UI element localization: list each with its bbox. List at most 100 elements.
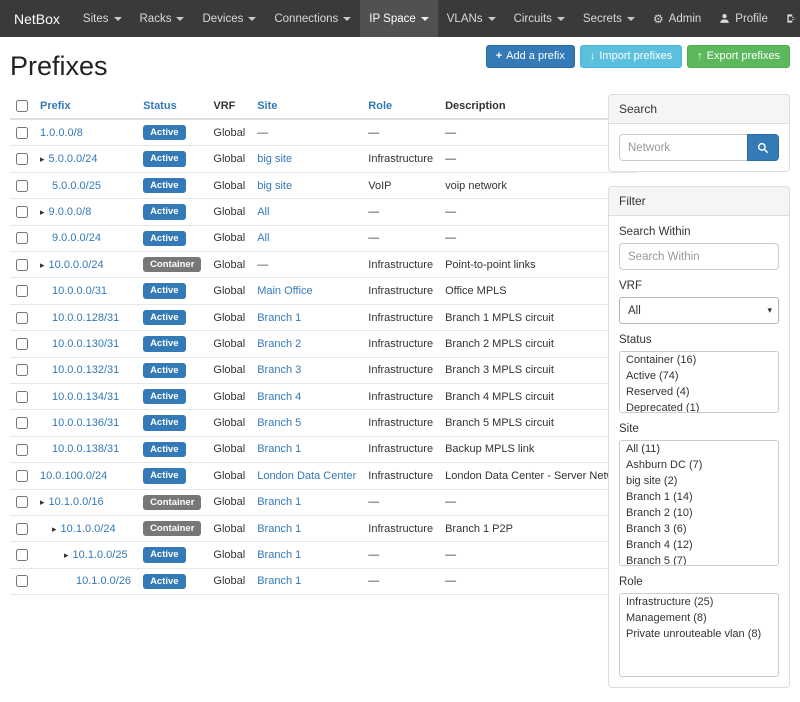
row-checkbox[interactable] — [16, 391, 28, 403]
row-checkbox[interactable] — [16, 180, 28, 192]
nav-profile[interactable]: Profile — [710, 0, 777, 37]
prefix-link[interactable]: 10.0.0.134/31 — [52, 391, 119, 403]
site-link[interactable]: Branch 1 — [257, 549, 301, 561]
site-listbox[interactable]: All (11)Ashburn DC (7)big site (2)Branch… — [619, 440, 779, 566]
listbox-option[interactable]: Container (16) — [620, 352, 778, 368]
nav-logout[interactable]: Log out — [777, 0, 800, 37]
site-link[interactable]: Main Office — [257, 285, 312, 297]
role-cell: — — [362, 542, 439, 568]
listbox-option[interactable]: Active (74) — [620, 368, 778, 384]
search-input[interactable] — [619, 134, 747, 161]
row-checkbox[interactable] — [16, 338, 28, 350]
column-header-site[interactable]: Site — [251, 94, 362, 119]
status-cell: Active — [137, 463, 207, 489]
site-link[interactable]: All — [257, 206, 269, 218]
select-all-checkbox[interactable] — [16, 100, 28, 112]
row-checkbox[interactable] — [16, 575, 28, 587]
import-prefixes-button[interactable]: ↓ Import prefixes — [580, 45, 682, 68]
row-checkbox[interactable] — [16, 417, 28, 429]
search-button[interactable] — [747, 134, 779, 161]
listbox-option[interactable]: big site (2) — [620, 473, 778, 489]
site-link[interactable]: Branch 2 — [257, 338, 301, 350]
search-within-input[interactable] — [619, 243, 779, 270]
row-checkbox[interactable] — [16, 232, 28, 244]
add-prefix-button[interactable]: + Add a prefix — [486, 45, 575, 68]
site-cell: All — [251, 199, 362, 225]
site-link[interactable]: Branch 4 — [257, 391, 301, 403]
row-checkbox[interactable] — [16, 470, 28, 482]
prefix-link[interactable]: 10.0.0.128/31 — [52, 312, 119, 324]
site-link[interactable]: big site — [257, 153, 292, 165]
listbox-option[interactable]: Branch 4 (12) — [620, 537, 778, 553]
site-link[interactable]: Branch 1 — [257, 443, 301, 455]
row-checkbox[interactable] — [16, 496, 28, 508]
row-checkbox[interactable] — [16, 127, 28, 139]
row-checkbox[interactable] — [16, 549, 28, 561]
nav-item-circuits[interactable]: Circuits — [505, 0, 574, 37]
prefix-link[interactable]: 10.0.0.130/31 — [52, 338, 119, 350]
prefix-link[interactable]: 10.0.100.0/24 — [40, 470, 107, 482]
export-prefixes-button[interactable]: ↑ Export prefixes — [687, 45, 790, 68]
nav-admin[interactable]: ⚙ Admin — [644, 0, 710, 37]
nav-item-secrets[interactable]: Secrets — [574, 0, 644, 37]
prefix-link[interactable]: 10.0.0.136/31 — [52, 417, 119, 429]
vrf-select[interactable]: All ▾ — [619, 297, 779, 324]
prefix-link[interactable]: 10.1.0.0/25 — [73, 549, 128, 561]
listbox-option[interactable]: Infrastructure (25) — [620, 594, 778, 610]
prefix-link[interactable]: 10.0.0.0/24 — [49, 259, 104, 271]
app-brand[interactable]: NetBox — [0, 0, 74, 37]
nav-item-sites[interactable]: Sites — [74, 0, 131, 37]
status-listbox[interactable]: Container (16)Active (74)Reserved (4)Dep… — [619, 351, 779, 413]
prefix-link[interactable]: 10.0.0.138/31 — [52, 443, 119, 455]
row-checkbox[interactable] — [16, 364, 28, 376]
chevron-down-icon: ▾ — [767, 305, 772, 316]
nav-item-racks[interactable]: Racks — [131, 0, 194, 37]
listbox-option[interactable]: Reserved (4) — [620, 384, 778, 400]
listbox-option[interactable]: Branch 2 (10) — [620, 505, 778, 521]
prefix-link[interactable]: 9.0.0.0/8 — [49, 206, 92, 218]
site-link[interactable]: Branch 1 — [257, 575, 301, 587]
prefix-link[interactable]: 10.0.0.132/31 — [52, 364, 119, 376]
prefix-link[interactable]: 10.1.0.0/26 — [76, 575, 131, 587]
row-checkbox[interactable] — [16, 153, 28, 165]
row-checkbox[interactable] — [16, 285, 28, 297]
row-checkbox[interactable] — [16, 259, 28, 271]
row-checkbox[interactable] — [16, 444, 28, 456]
prefix-link[interactable]: 5.0.0.0/24 — [49, 153, 98, 165]
listbox-option[interactable]: Ashburn DC (7) — [620, 457, 778, 473]
prefix-link[interactable]: 1.0.0.0/8 — [40, 127, 83, 139]
row-checkbox[interactable] — [16, 206, 28, 218]
listbox-option[interactable]: Branch 5 (7) — [620, 553, 778, 566]
description-cell: — — [439, 542, 636, 568]
listbox-option[interactable]: Deprecated (1) — [620, 400, 778, 413]
prefix-link[interactable]: 10.1.0.0/16 — [49, 496, 104, 508]
nav-item-ip-space[interactable]: IP Space — [360, 0, 437, 37]
column-header-role[interactable]: Role — [362, 94, 439, 119]
site-link[interactable]: Branch 3 — [257, 364, 301, 376]
column-header-prefix[interactable]: Prefix — [34, 94, 137, 119]
site-link[interactable]: Branch 5 — [257, 417, 301, 429]
site-link[interactable]: All — [257, 232, 269, 244]
row-checkbox[interactable] — [16, 312, 28, 324]
site-link[interactable]: Branch 1 — [257, 312, 301, 324]
listbox-option[interactable]: Management (8) — [620, 610, 778, 626]
prefix-link[interactable]: 10.0.0.0/31 — [52, 285, 107, 297]
nav-item-vlans[interactable]: VLANs — [438, 0, 505, 37]
row-checkbox[interactable] — [16, 523, 28, 535]
prefix-link[interactable]: 9.0.0.0/24 — [52, 232, 101, 244]
prefix-link[interactable]: 5.0.0.0/25 — [52, 180, 101, 192]
listbox-option[interactable]: Branch 3 (6) — [620, 521, 778, 537]
nav-item-devices[interactable]: Devices — [193, 0, 265, 37]
site-link[interactable]: Branch 1 — [257, 523, 301, 535]
listbox-option[interactable]: Private unrouteable vlan (8) — [620, 626, 778, 642]
listbox-option[interactable]: Branch 1 (14) — [620, 489, 778, 505]
listbox-option[interactable]: All (11) — [620, 441, 778, 457]
prefix-cell: 10.0.100.0/24 — [34, 463, 137, 489]
prefix-link[interactable]: 10.1.0.0/24 — [61, 523, 116, 535]
nav-item-connections[interactable]: Connections — [265, 0, 360, 37]
site-link[interactable]: London Data Center — [257, 470, 356, 482]
site-link[interactable]: big site — [257, 180, 292, 192]
site-link[interactable]: Branch 1 — [257, 496, 301, 508]
column-header-status[interactable]: Status — [137, 94, 207, 119]
role-listbox[interactable]: Infrastructure (25)Management (8)Private… — [619, 593, 779, 677]
